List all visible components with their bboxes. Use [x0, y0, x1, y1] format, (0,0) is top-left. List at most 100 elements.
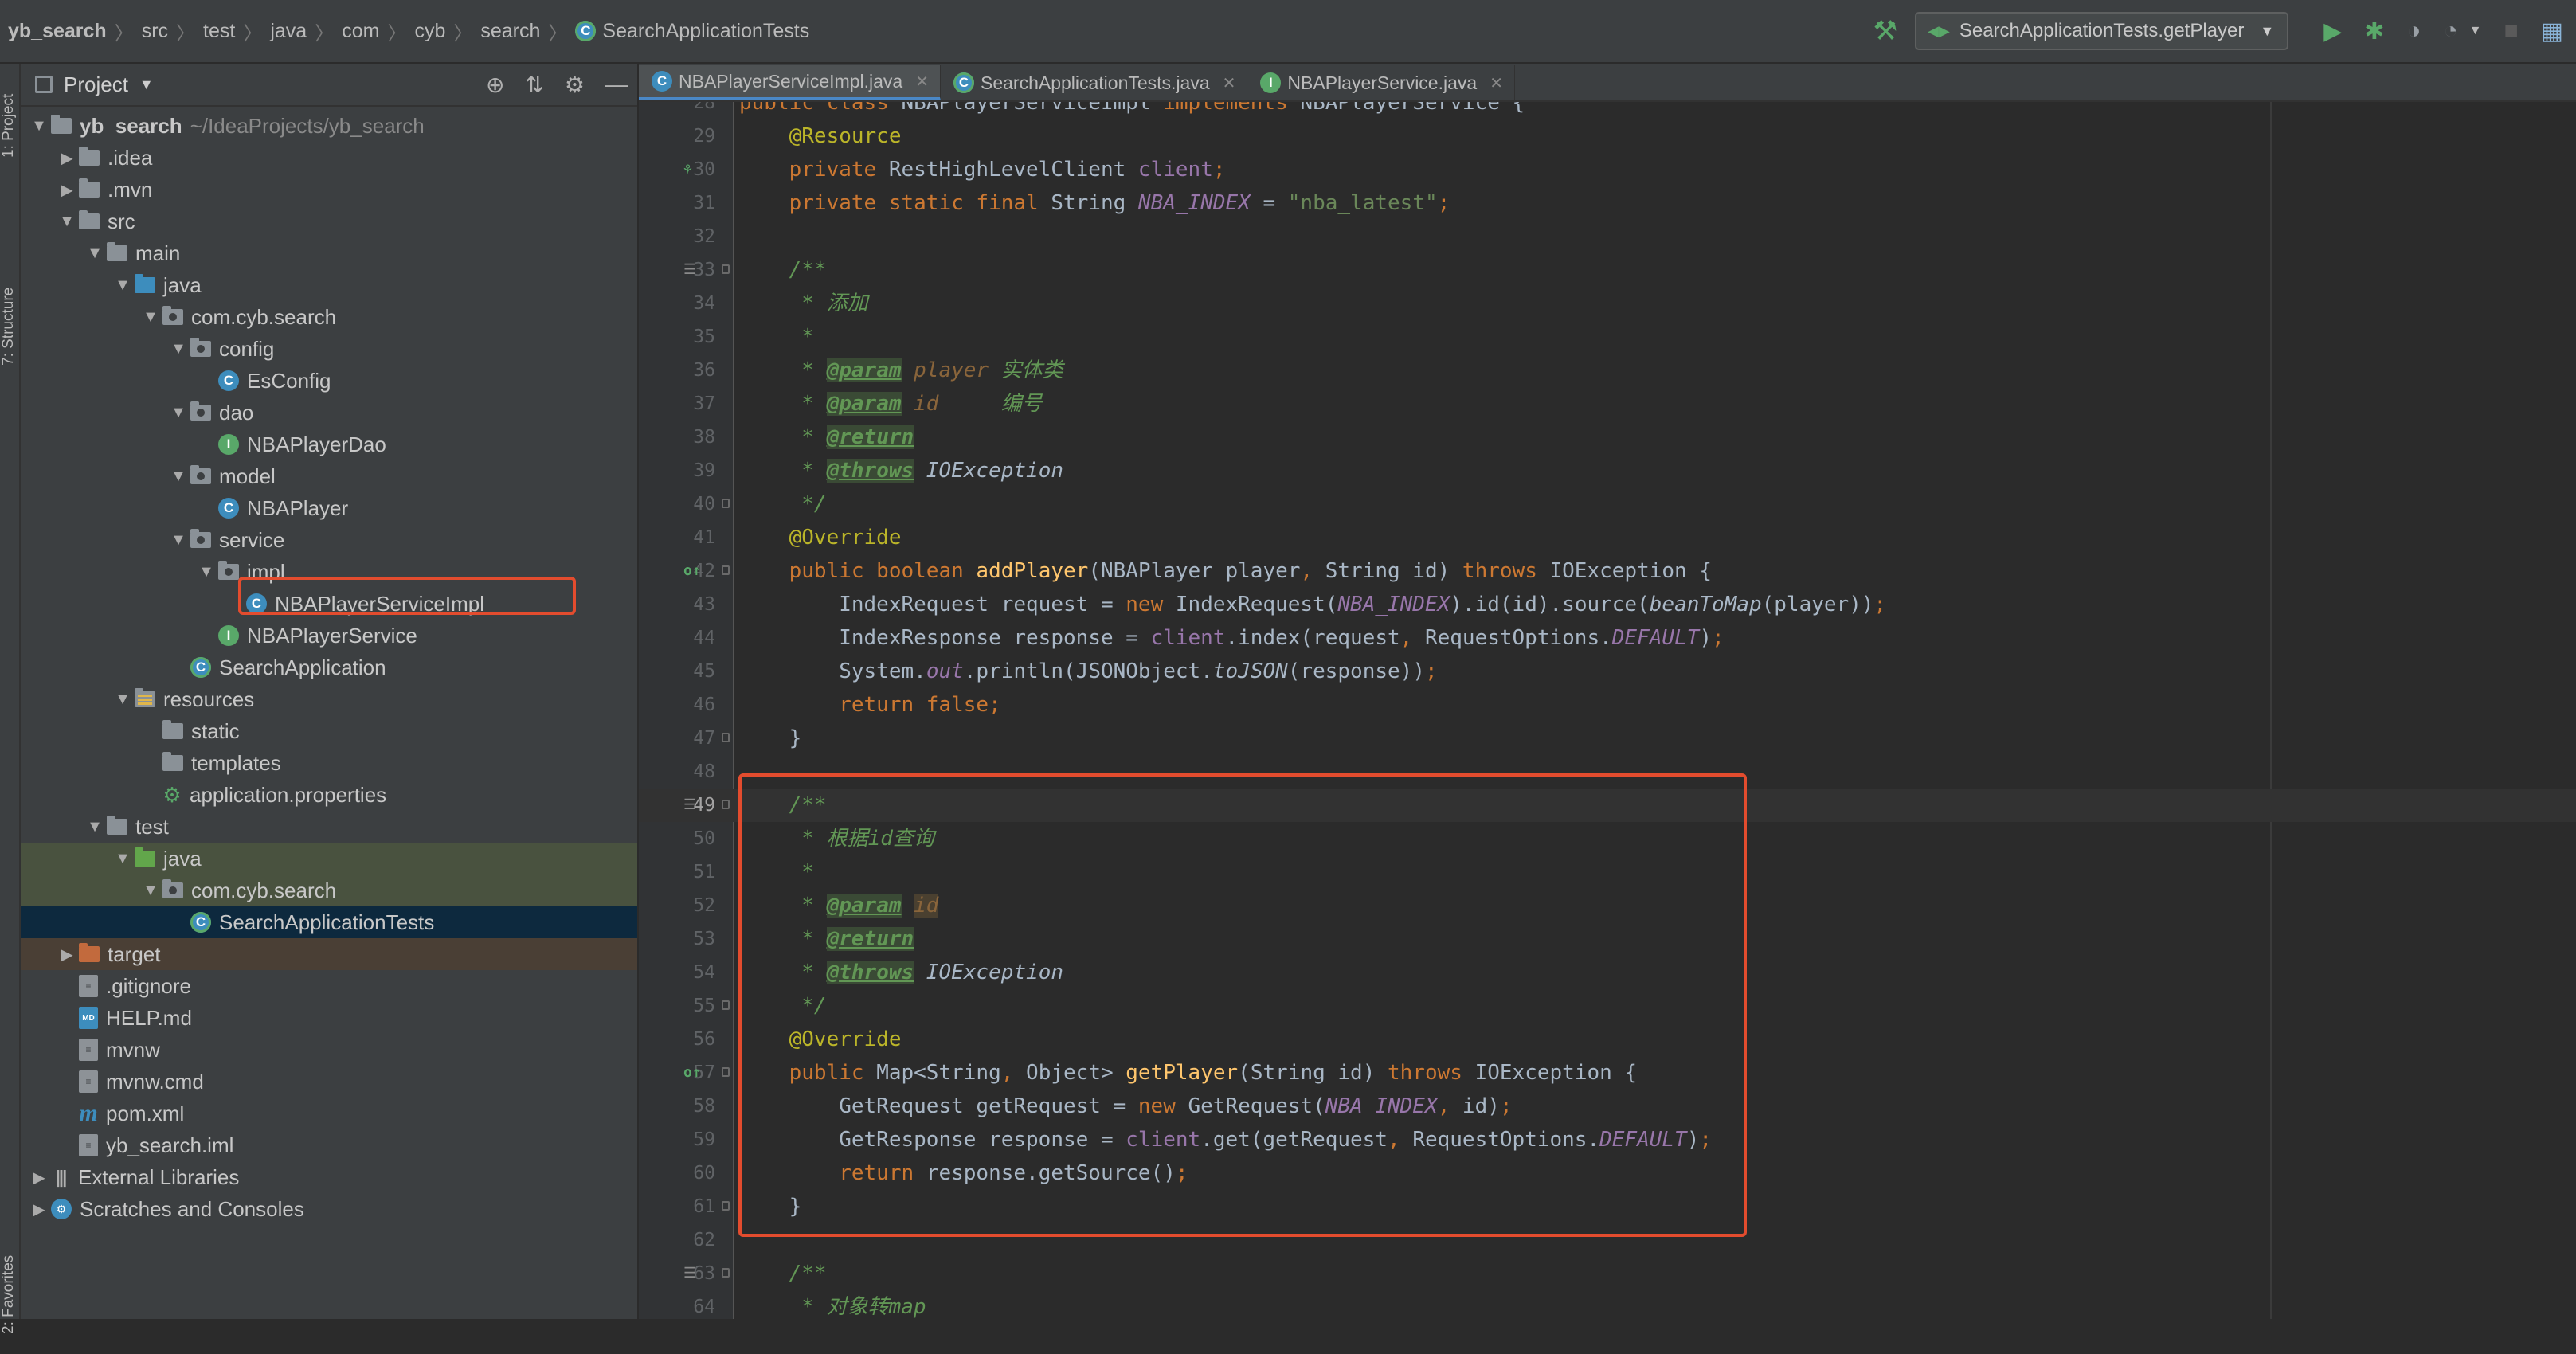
close-icon[interactable]: ✕ [1223, 73, 1236, 93]
doc-comment-icon[interactable]: ☰ [683, 1265, 696, 1282]
code-line[interactable]: 45 System.out.println(JSONObject.toJSON(… [639, 655, 2576, 688]
editor-tab[interactable]: I NBAPlayerService.java ✕ [1247, 65, 1515, 100]
tree-item[interactable]: ▶ target [21, 938, 637, 970]
fold-marker-icon[interactable] [722, 1067, 730, 1077]
code-line[interactable]: 58 GetRequest getRequest = new GetReques… [639, 1090, 2576, 1123]
collapse-arrow-icon[interactable]: ▶ [27, 1168, 51, 1188]
tree-item[interactable]: C SearchApplicationTests [21, 906, 637, 938]
minimize-icon[interactable]: — [605, 72, 628, 97]
doc-comment-icon[interactable]: ☰ [683, 796, 696, 814]
code-line[interactable]: 40 */ [639, 487, 2576, 521]
override-marker-icon[interactable]: o↑ [683, 562, 701, 580]
tree-item[interactable]: ▼ com.cyb.search [21, 301, 637, 333]
fold-marker-icon[interactable] [722, 1268, 730, 1278]
tree-item[interactable]: ⚙ application.properties [21, 779, 637, 811]
fold-marker-icon[interactable] [722, 565, 730, 575]
collapse-all-icon[interactable]: ⇅ [525, 72, 543, 98]
code-line[interactable]: 56 @Override [639, 1023, 2576, 1056]
project-panel-title[interactable]: Project [64, 72, 128, 97]
fold-marker-icon[interactable] [722, 1201, 730, 1211]
expand-arrow-icon[interactable]: ▼ [111, 691, 135, 709]
tree-item[interactable]: ▼ java [21, 269, 637, 301]
collapse-arrow-icon[interactable]: ▶ [55, 945, 79, 965]
code-line[interactable]: 62 [639, 1223, 2576, 1257]
code-line[interactable]: 51 * [639, 855, 2576, 889]
code-line[interactable]: 35 * [639, 320, 2576, 354]
expand-arrow-icon[interactable]: ▼ [166, 404, 190, 422]
code-line[interactable]: 63 ☰ /** [639, 1257, 2576, 1290]
chevron-down-icon[interactable]: ▼ [2469, 24, 2482, 38]
tree-item[interactable]: C SearchApplication [21, 652, 637, 683]
expand-arrow-icon[interactable]: ▼ [27, 117, 51, 135]
close-icon[interactable]: ✕ [915, 72, 929, 92]
run-icon[interactable]: ▶ [2323, 18, 2342, 45]
code-line[interactable]: 54 * @throws IOException [639, 956, 2576, 989]
breadcrumb-item[interactable]: search [480, 20, 540, 43]
code-line[interactable]: 41 @Override [639, 521, 2576, 554]
code-line[interactable]: 28 public class NBAPlayerServiceImpl impl… [639, 102, 2576, 119]
tree-item[interactable]: ▼ com.cyb.search [21, 875, 637, 906]
doc-comment-icon[interactable]: ☰ [683, 261, 696, 279]
breadcrumb-item[interactable]: yb_search [8, 20, 107, 43]
tree-item[interactable]: static [21, 715, 637, 747]
code-line[interactable]: 50 * 根据id查询 [639, 822, 2576, 855]
tree-item[interactable]: ▼ src [21, 205, 637, 237]
favorites-tool-button[interactable]: 2: Favorites [0, 1235, 19, 1354]
tree-item[interactable]: I NBAPlayerService [21, 620, 637, 652]
tree-item[interactable]: ▼ java [21, 843, 637, 875]
bean-marker-icon[interactable]: ⚘ [683, 161, 692, 178]
code-line[interactable]: 59 GetResponse response = client.get(get… [639, 1123, 2576, 1156]
expand-arrow-icon[interactable]: ▼ [139, 882, 162, 900]
code-line[interactable]: 48 [639, 755, 2576, 789]
tree-item[interactable]: ≡ .gitignore [21, 970, 637, 1002]
tree-item[interactable]: ▼ model [21, 460, 637, 492]
code-line[interactable]: 30 ⚘ private RestHighLevelClient client; [639, 153, 2576, 186]
tree-item[interactable]: ▼ test [21, 811, 637, 843]
coverage-icon[interactable]: ◑ [2406, 18, 2421, 45]
override-marker-icon[interactable]: o↑ [683, 1064, 701, 1082]
close-icon[interactable]: ✕ [1490, 73, 1503, 93]
tree-item[interactable]: ▼ main [21, 237, 637, 269]
tree-item[interactable]: ≡ yb_search.iml [21, 1129, 637, 1161]
tree-item[interactable]: MD HELP.md [21, 1002, 637, 1034]
tree-item[interactable]: C NBAPlayerServiceImpl [21, 588, 637, 620]
code-line[interactable]: 32 [639, 220, 2576, 253]
code-line[interactable]: 38 * @return [639, 421, 2576, 454]
tree-item[interactable]: m pom.xml [21, 1098, 637, 1129]
expand-arrow-icon[interactable]: ▼ [166, 340, 190, 358]
breadcrumb-item[interactable]: test [203, 20, 235, 43]
code-line[interactable]: 36 * @param player 实体类 [639, 354, 2576, 387]
collapse-arrow-icon[interactable]: ▶ [55, 180, 79, 200]
editor-tab[interactable]: C NBAPlayerServiceImpl.java ✕ [639, 65, 941, 100]
code-line[interactable]: 60 return response.getSource(); [639, 1156, 2576, 1190]
project-tool-button[interactable]: 1: Project [0, 70, 19, 182]
expand-arrow-icon[interactable]: ▼ [55, 213, 79, 231]
code-line[interactable]: 39 * @throws IOException [639, 454, 2576, 487]
tree-item[interactable]: ▼ resources [21, 683, 637, 715]
structure-tool-button[interactable]: 7: Structure [0, 263, 19, 390]
tree-item[interactable]: ▼ dao [21, 397, 637, 429]
locate-icon[interactable]: ⊕ [486, 72, 504, 98]
code-line[interactable]: 57 o↑ public Map<String, Object> getPlaye… [639, 1056, 2576, 1090]
code-line[interactable]: 43 IndexRequest request = new IndexReque… [639, 588, 2576, 621]
collapse-arrow-icon[interactable]: ▶ [55, 148, 79, 168]
fold-marker-icon[interactable] [722, 264, 730, 274]
code-line[interactable]: 44 IndexResponse response = client.index… [639, 621, 2576, 655]
tree-item[interactable]: templates [21, 747, 637, 779]
breadcrumb-item[interactable]: src [142, 20, 168, 43]
tree-item[interactable]: ≡ mvnw.cmd [21, 1066, 637, 1098]
breadcrumb-item[interactable]: com [342, 20, 379, 43]
gear-icon[interactable]: ⚙ [565, 72, 585, 98]
expand-arrow-icon[interactable]: ▼ [83, 818, 107, 836]
tree-item[interactable]: ▶ ⚙ Scratches and Consoles [21, 1193, 637, 1225]
chevron-down-icon[interactable]: ▼ [139, 76, 154, 93]
expand-arrow-icon[interactable]: ▼ [111, 276, 135, 295]
expand-arrow-icon[interactable]: ▼ [111, 850, 135, 868]
fold-marker-icon[interactable] [722, 499, 730, 508]
tree-item[interactable]: ▼ service [21, 524, 637, 556]
breadcrumb-item[interactable]: java [270, 20, 307, 43]
fold-marker-icon[interactable] [722, 1000, 730, 1010]
tree-item[interactable]: ▶ .mvn [21, 174, 637, 205]
tree-item[interactable]: ▼ config [21, 333, 637, 365]
code-line[interactable]: 29 @Resource [639, 119, 2576, 153]
